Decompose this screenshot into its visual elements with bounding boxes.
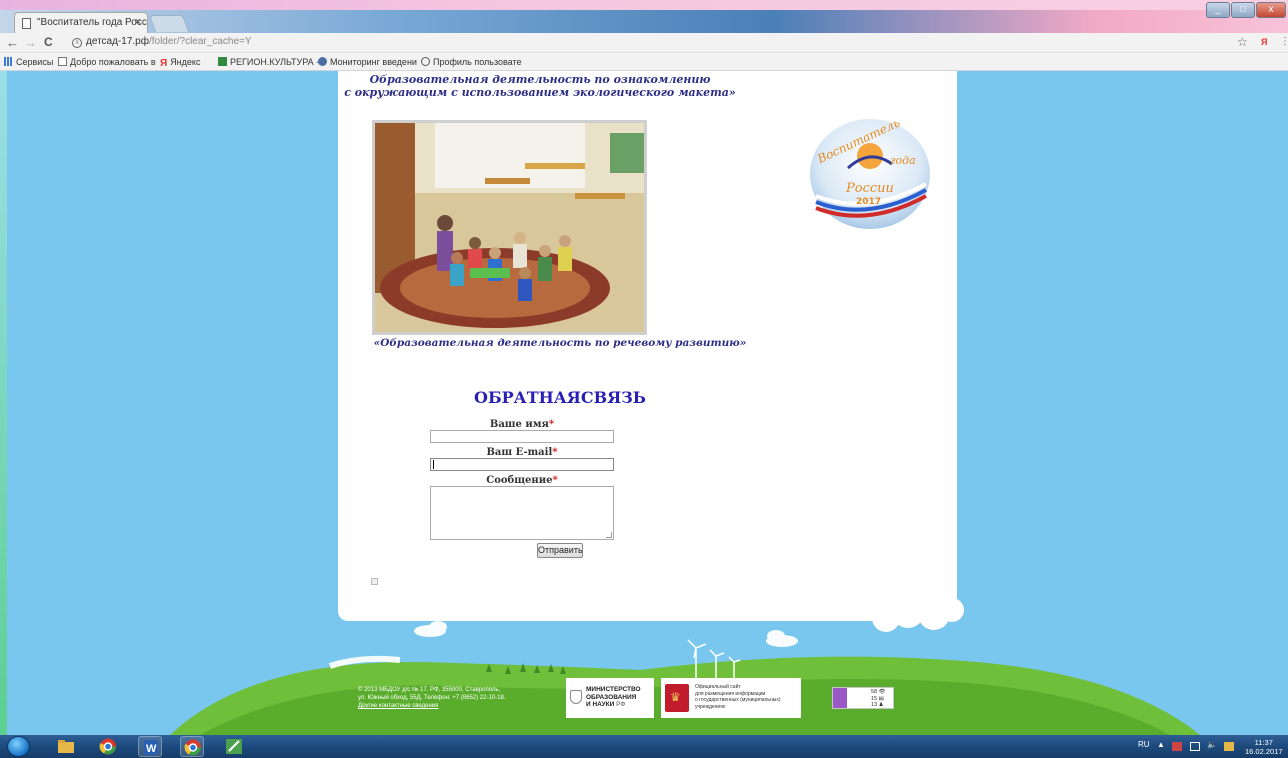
views-icon: 👁	[878, 689, 886, 695]
email-field[interactable]	[430, 458, 614, 471]
bookmarks-bar: Сервисы Добро пожаловать в Я Яндекс РЕГИО…	[0, 53, 1288, 71]
clock-date: 16.02.2017	[1245, 747, 1283, 756]
word-icon: W	[144, 740, 158, 755]
contacts-link[interactable]: Другие контактные сведения	[358, 702, 558, 710]
caption-line-1: Образовательная деятельность по ознакомл…	[369, 73, 711, 86]
flag-icon[interactable]	[1172, 742, 1182, 751]
counter-badge-icon	[833, 688, 847, 708]
ministry-emblem-icon	[570, 690, 582, 704]
minimize-button[interactable]: _	[1206, 2, 1230, 18]
bookmark-profile[interactable]: Профиль пользовате	[421, 57, 522, 67]
windows-taskbar: W RU ▲ 🔈 11:37 16.02.2017	[0, 735, 1288, 758]
browser-menu-icon[interactable]: ⋮	[1280, 36, 1288, 47]
volume-icon[interactable]: 🔈	[1207, 740, 1217, 749]
browser-tab-active[interactable]: "Воспитатель года Росс ×	[14, 12, 148, 33]
maximize-button[interactable]: □	[1231, 2, 1255, 18]
word-taskbar-icon[interactable]: W	[138, 736, 162, 757]
classroom-photo-illustration	[375, 123, 644, 332]
back-icon[interactable]: ←	[6, 35, 19, 50]
tab-title: "Воспитатель года Росс	[37, 17, 147, 28]
tab-close-icon[interactable]: ×	[135, 16, 141, 28]
reload-icon[interactable]: C	[44, 35, 53, 49]
required-mark: *	[548, 419, 555, 430]
url-domain: детсад-17.рф	[86, 36, 149, 47]
action-center-icon[interactable]	[1224, 742, 1234, 751]
footer-copyright: © 2013 МБДОУ д/с № 17. РФ, 355000, Ставр…	[358, 686, 558, 710]
url-field[interactable]: i детсад-17.рф/folder/?clear_cache=Y	[72, 36, 252, 48]
chrome-icon	[184, 739, 201, 756]
bookmark-star-icon[interactable]: ☆	[1237, 35, 1248, 49]
paint-icon	[226, 739, 242, 754]
bookmark-welcome[interactable]: Добро пожаловать в	[58, 57, 156, 67]
close-window-button[interactable]: x	[1256, 2, 1286, 18]
browser-titlebar: "Воспитатель года Росс × _ □ x	[0, 0, 1288, 33]
footer-line-1: © 2013 МБДОУ д/с № 17. РФ, 355000, Ставр…	[358, 687, 501, 693]
logo-text-bottom: России	[845, 181, 894, 196]
language-indicator[interactable]: RU	[1138, 740, 1150, 749]
paint-taskbar-icon[interactable]	[222, 736, 246, 757]
name-label: Ваше имя*	[489, 419, 555, 430]
show-hidden-icons-icon[interactable]: ▲	[1157, 740, 1165, 749]
chrome-taskbar-icon[interactable]	[96, 736, 120, 757]
info-icon[interactable]: i	[72, 38, 82, 48]
clock-time: 11:37	[1254, 738, 1273, 747]
url-path: /folder/?clear_cache=Y	[148, 36, 252, 47]
feedback-title: ОБРАТНАЯСВЯЗЬ	[474, 388, 646, 407]
hosts-icon: ♟	[878, 702, 884, 708]
email-label: Ваш E-mail*	[486, 447, 558, 458]
chrome-icon	[99, 738, 116, 755]
classroom-photo	[372, 120, 647, 335]
logo-graphic: Воспитатель года России 2017	[810, 116, 930, 229]
yandex-icon: Я	[160, 58, 168, 69]
caption-line-2: с окружающим с использованием экологичес…	[344, 86, 736, 99]
logo-text-mid: года	[890, 154, 916, 167]
gov-info-banner[interactable]: Официальный сайт для размещения информац…	[661, 678, 801, 718]
bookmark-services[interactable]: Сервисы	[4, 57, 53, 67]
footer-line-2: ул. Южный обход, 55Д. Телефон: +7 (8652)…	[358, 695, 506, 701]
caption-ecology-lesson: Образовательная деятельность по ознакомл…	[340, 73, 740, 99]
new-tab-button[interactable]	[148, 15, 190, 32]
visits-icon: ▤	[878, 695, 884, 702]
submit-button[interactable]: Отправить	[537, 543, 583, 558]
message-label: Сообщение*	[486, 475, 558, 486]
page-icon	[58, 57, 67, 66]
address-toolbar: ← → C i детсад-17.рф/folder/?clear_cache=…	[0, 33, 1288, 53]
chrome-window-taskbar-icon[interactable]	[180, 736, 204, 757]
system-clock[interactable]: 11:37 16.02.2017	[1245, 738, 1283, 756]
visit-counter[interactable]: 58 👁 15 ▤ 13 ♟	[832, 687, 894, 709]
bookmark-yandex[interactable]: Я Яндекс	[160, 57, 200, 69]
counter-values: 58 👁 15 ▤ 13 ♟	[871, 689, 886, 708]
folder-icon	[58, 740, 74, 753]
profile-icon	[421, 57, 430, 66]
explorer-taskbar-icon[interactable]	[54, 736, 78, 757]
titlebar-glow	[0, 0, 1288, 10]
start-button[interactable]	[7, 736, 30, 757]
bookmark-monitoring[interactable]: Мониторинг введени	[318, 57, 417, 67]
page-icon	[22, 18, 31, 29]
broken-image-icon	[371, 578, 378, 585]
apps-grid-icon	[4, 57, 13, 66]
network-icon[interactable]	[1190, 742, 1200, 751]
required-mark: *	[552, 447, 558, 458]
logo-year: 2017	[856, 197, 881, 207]
svg-text:W: W	[146, 743, 157, 755]
ministry-banner[interactable]: МИНИСТЕРСТВО ОБРАЗОВАНИЯ И НАУКИ РФ	[566, 678, 654, 718]
message-textarea[interactable]	[430, 486, 614, 540]
forward-icon[interactable]: →	[24, 35, 37, 50]
region-culture-icon	[218, 57, 227, 66]
bookmark-region-culture[interactable]: РЕГИОН.КУЛЬТУРА -	[218, 57, 319, 67]
caption-speech-development: «Образовательная деятельность по речевом…	[373, 337, 747, 349]
monitoring-icon	[318, 57, 327, 66]
required-mark: *	[552, 475, 558, 486]
name-field[interactable]	[430, 430, 614, 443]
russian-coat-of-arms-icon	[665, 684, 689, 712]
yandex-extension-icon[interactable]: Я	[1261, 37, 1267, 47]
educator-of-year-logo: Воспитатель года России 2017	[808, 116, 931, 230]
